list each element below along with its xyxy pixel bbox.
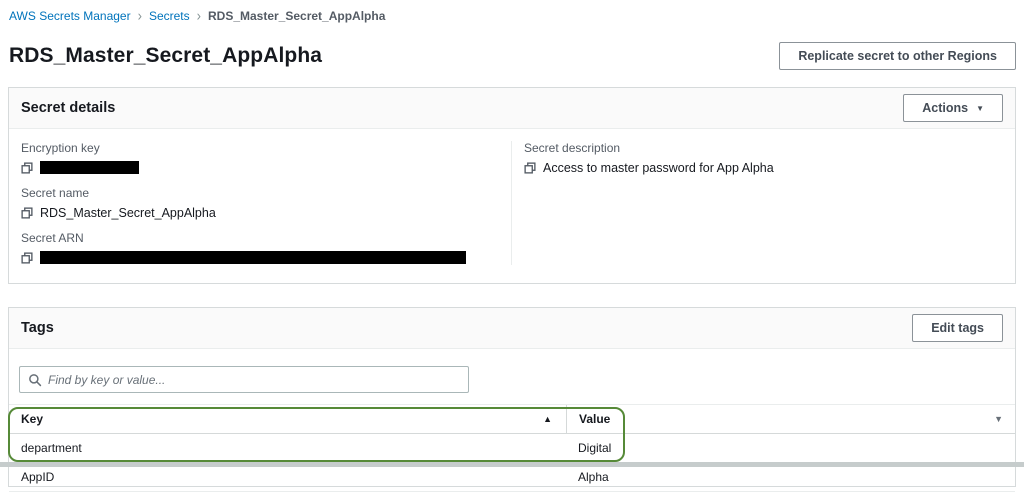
edit-tags-button[interactable]: Edit tags: [912, 314, 1003, 342]
copy-icon[interactable]: [21, 251, 33, 264]
bottom-edge-strip: [0, 462, 1024, 467]
key-column-label: Key: [21, 412, 44, 426]
tag-key-cell: department: [21, 441, 82, 455]
secret-details-header: Secret details Actions ▼: [9, 88, 1015, 129]
tag-key-cell: AppID: [21, 470, 55, 484]
chevron-down-icon: ▼: [976, 103, 984, 113]
tags-panel: Tags Edit tags Key ▲ Value ▼ department …: [8, 307, 1016, 492]
chevron-right-icon: ›: [196, 7, 201, 24]
copy-icon[interactable]: [21, 161, 33, 174]
tags-title: Tags: [21, 320, 54, 336]
copy-icon[interactable]: [21, 206, 33, 219]
column-header-key[interactable]: Key ▲: [9, 405, 566, 433]
tag-value-cell: Alpha: [578, 470, 609, 484]
column-header-value[interactable]: Value ▼: [566, 405, 1015, 433]
details-column-left: Encryption key Secret name RDS_Master_Se…: [9, 141, 512, 265]
secret-description-label: Secret description: [524, 141, 621, 155]
table-row[interactable]: department Digital: [9, 434, 1015, 463]
secret-details-panel: Secret details Actions ▼ Encryption key …: [8, 87, 1016, 284]
tags-search-area: [9, 349, 1015, 404]
secret-name-value: RDS_Master_Secret_AppAlpha: [40, 205, 216, 220]
sort-descending-icon[interactable]: ▼: [994, 414, 1003, 424]
breadcrumb-link-secrets[interactable]: Secrets: [149, 9, 190, 23]
secret-description-value: Access to master password for App Alpha: [543, 160, 774, 175]
encryption-key-field: Encryption key: [21, 141, 499, 175]
value-column-label: Value: [579, 412, 611, 426]
table-row[interactable]: AppID Alpha: [9, 463, 1015, 492]
sort-ascending-icon[interactable]: ▲: [543, 414, 554, 424]
page-header: RDS_Master_Secret_AppAlpha Replicate sec…: [0, 23, 1024, 87]
actions-button[interactable]: Actions ▼: [903, 94, 1003, 122]
secret-name-label: Secret name: [21, 186, 90, 200]
secret-details-content: Encryption key Secret name RDS_Master_Se…: [9, 129, 1015, 283]
details-column-right: Secret description Access to master pass…: [512, 141, 1015, 265]
tags-search-box: [19, 366, 469, 393]
replicate-secret-button[interactable]: Replicate secret to other Regions: [779, 42, 1016, 70]
tags-table: Key ▲ Value ▼ department Digital AppID A…: [9, 404, 1015, 492]
tags-search-input[interactable]: [48, 372, 460, 387]
secret-name-field: Secret name RDS_Master_Secret_AppAlpha: [21, 186, 499, 220]
breadcrumb-link-secrets-manager[interactable]: AWS Secrets Manager: [9, 9, 131, 23]
tags-header: Tags Edit tags: [9, 308, 1015, 349]
actions-button-label: Actions: [922, 101, 969, 115]
copy-icon[interactable]: [524, 161, 536, 174]
encryption-key-redacted-value: [40, 161, 139, 174]
secret-arn-field: Secret ARN: [21, 231, 499, 265]
secret-description-field: Secret description Access to master pass…: [524, 141, 1003, 175]
secret-details-title: Secret details: [21, 100, 116, 116]
tag-value-cell: Digital: [578, 441, 612, 455]
tags-table-header: Key ▲ Value ▼: [9, 405, 1015, 434]
encryption-key-label: Encryption key: [21, 141, 100, 155]
page-title: RDS_Master_Secret_AppAlpha: [9, 44, 323, 67]
breadcrumb: AWS Secrets Manager › Secrets › RDS_Mast…: [0, 0, 1024, 24]
search-icon: [28, 373, 42, 387]
secret-arn-redacted-value: [40, 251, 466, 264]
chevron-right-icon: ›: [137, 7, 142, 24]
secret-arn-label: Secret ARN: [21, 231, 84, 245]
breadcrumb-current-secret: RDS_Master_Secret_AppAlpha: [207, 8, 386, 23]
